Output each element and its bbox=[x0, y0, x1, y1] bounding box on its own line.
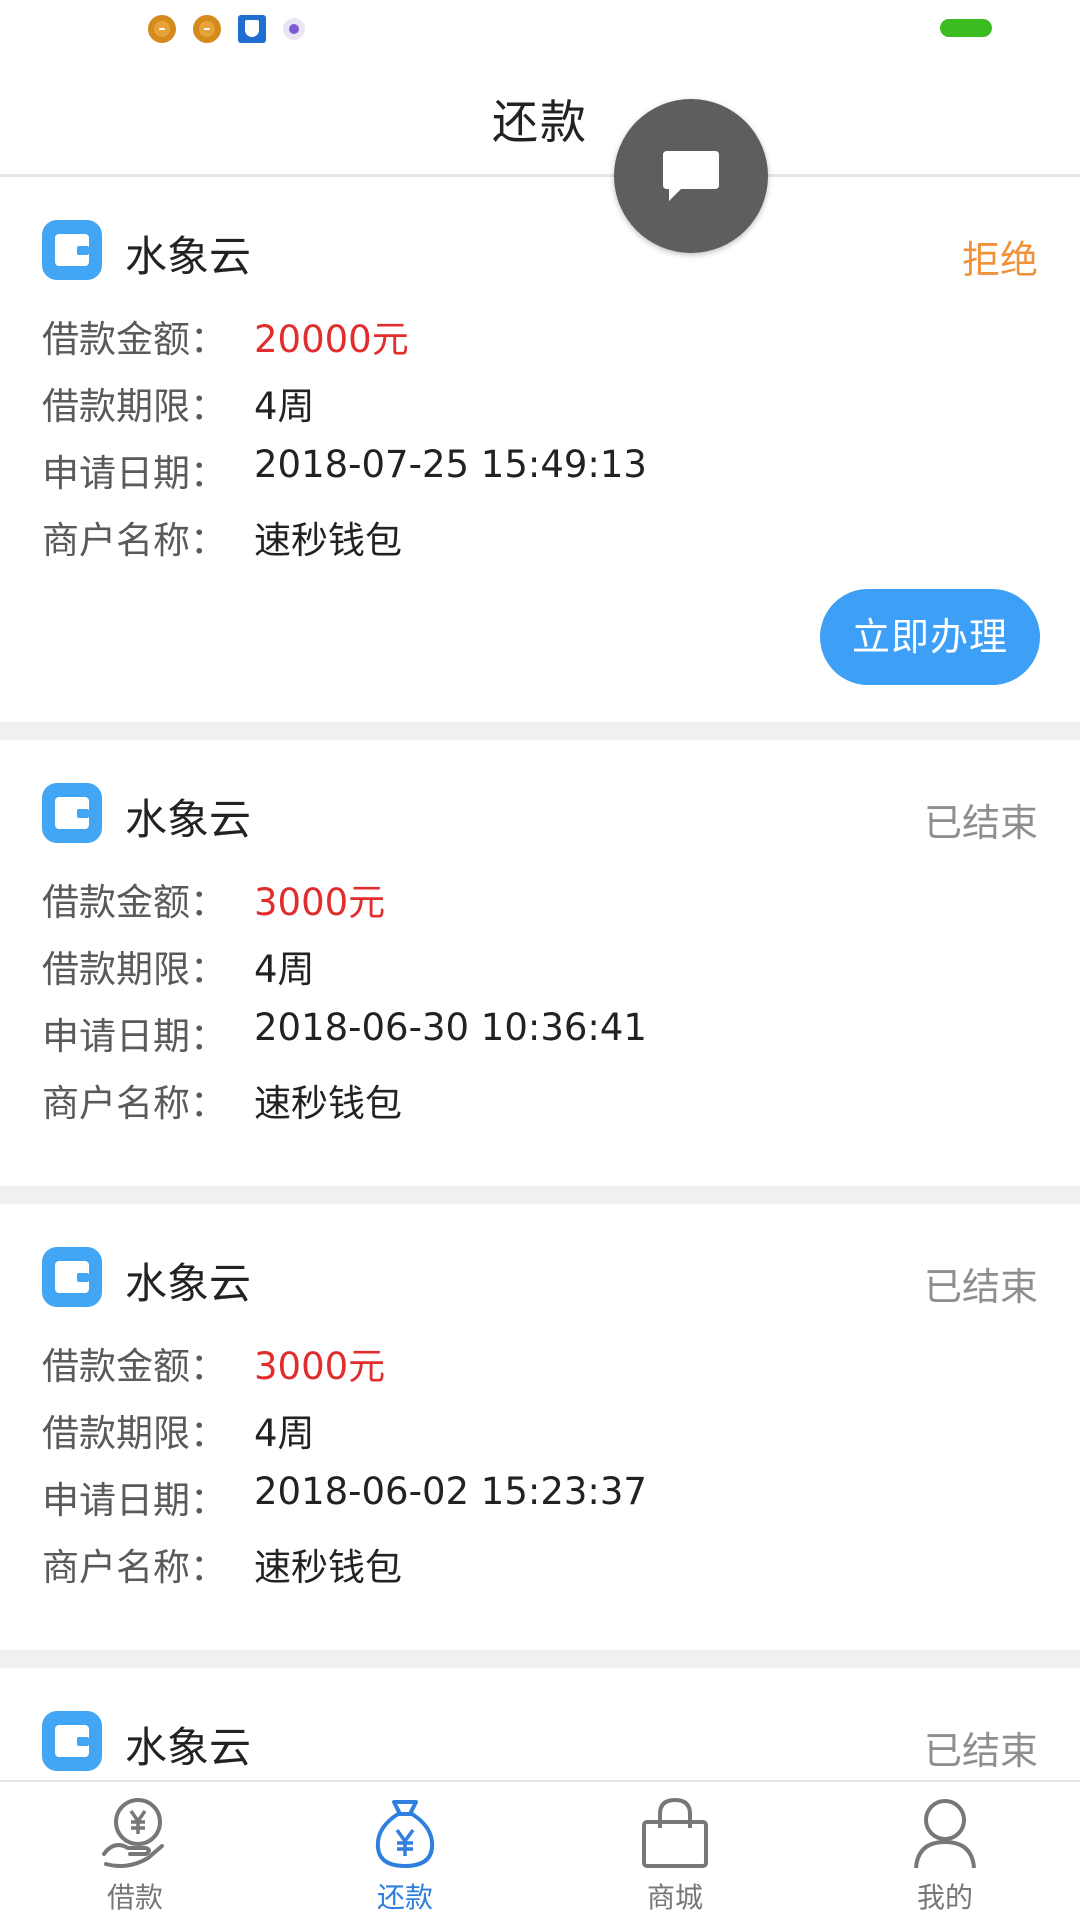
term-label: 借款期限： bbox=[42, 385, 227, 428]
date-value: 2018-07-25 15:49:13 bbox=[254, 443, 647, 486]
merchant-value: 速秒钱包 bbox=[254, 1082, 402, 1125]
loan-list: 水象云 拒绝 借款金额： 20000元 借款期限： 4周 申请日期： 2018-… bbox=[0, 177, 1080, 1800]
date-label: 申请日期： bbox=[42, 452, 227, 495]
chat-button[interactable] bbox=[614, 99, 768, 253]
loan-card[interactable]: 水象云 已结束 借款金额： 3000元 借款期限： 4周 申请日期： 2018-… bbox=[0, 740, 1080, 1204]
loan-card[interactable]: 水象云 拒绝 借款金额： 20000元 借款期限： 4周 申请日期： 2018-… bbox=[0, 177, 1080, 740]
battery-icon bbox=[940, 19, 992, 37]
wallet-icon bbox=[42, 783, 102, 843]
app-name: 水象云 bbox=[125, 232, 252, 281]
date-label: 申请日期： bbox=[42, 1015, 227, 1058]
bottom-nav: 借款 还款 商城 我的 bbox=[0, 1780, 1080, 1922]
orange-ring-icon bbox=[148, 15, 176, 43]
tab-mine[interactable]: 我的 bbox=[810, 1782, 1080, 1922]
amount-row: 借款金额： 3000元 bbox=[0, 1336, 1080, 1403]
term-row: 借款期限： 4周 bbox=[0, 376, 1080, 443]
merchant-label: 商户名称： bbox=[42, 1082, 227, 1125]
amount-label: 借款金额： bbox=[42, 318, 227, 361]
status-badge: 拒绝 bbox=[961, 238, 1038, 282]
merchant-row: 商户名称： 速秒钱包 bbox=[0, 1537, 1080, 1604]
merchant-row: 商户名称： 速秒钱包 bbox=[0, 510, 1080, 577]
wallet-icon bbox=[42, 220, 102, 280]
amount-row: 借款金额： 3000元 bbox=[0, 872, 1080, 939]
merchant-value: 速秒钱包 bbox=[254, 519, 402, 562]
apply-now-button[interactable]: 立即办理 bbox=[820, 589, 1040, 685]
amount-value: 3000元 bbox=[254, 881, 386, 924]
amount-row: 借款金额： 20000元 bbox=[0, 309, 1080, 376]
app-name: 水象云 bbox=[125, 1723, 252, 1772]
orange-ring-icon bbox=[193, 15, 221, 43]
merchant-row: 商户名称： 速秒钱包 bbox=[0, 1073, 1080, 1140]
merchant-value: 速秒钱包 bbox=[254, 1546, 402, 1589]
term-value: 4周 bbox=[254, 385, 315, 428]
tab-borrow-label: 借款 bbox=[106, 1881, 163, 1914]
tab-repay[interactable]: 还款 bbox=[270, 1782, 540, 1922]
page-title: 还款 bbox=[492, 95, 588, 149]
merchant-label: 商户名称： bbox=[42, 519, 227, 562]
wallet-icon bbox=[42, 1247, 102, 1307]
chat-bubble-icon bbox=[663, 151, 719, 201]
status-bar bbox=[0, 0, 1080, 56]
page-header: 还款 bbox=[0, 56, 1080, 177]
tab-repay-label: 还款 bbox=[376, 1881, 433, 1914]
amount-value: 20000元 bbox=[254, 318, 409, 361]
user-icon bbox=[914, 1799, 976, 1869]
app-name: 水象云 bbox=[125, 1259, 252, 1308]
money-bag-icon bbox=[375, 1800, 435, 1868]
app-name: 水象云 bbox=[125, 795, 252, 844]
date-value: 2018-06-02 15:23:37 bbox=[254, 1470, 647, 1513]
status-badge: 已结束 bbox=[923, 801, 1038, 845]
date-row: 申请日期： 2018-06-02 15:23:37 bbox=[0, 1470, 1080, 1537]
date-row: 申请日期： 2018-06-30 10:36:41 bbox=[0, 1006, 1080, 1073]
term-label: 借款期限： bbox=[42, 948, 227, 991]
term-value: 4周 bbox=[254, 1412, 315, 1455]
term-row: 借款期限： 4周 bbox=[0, 939, 1080, 1006]
status-badge: 已结束 bbox=[923, 1265, 1038, 1309]
date-row: 申请日期： 2018-07-25 15:49:13 bbox=[0, 443, 1080, 510]
loan-card[interactable]: 水象云 已结束 借款金额： 3000元 借款期限： 4周 申请日期： 2018-… bbox=[0, 1204, 1080, 1668]
purple-dot-icon bbox=[283, 18, 305, 40]
wallet-icon bbox=[42, 1711, 102, 1771]
status-badge: 已结束 bbox=[923, 1729, 1038, 1773]
term-value: 4周 bbox=[254, 948, 315, 991]
tab-mine-label: 我的 bbox=[916, 1881, 973, 1914]
tab-mall-label: 商城 bbox=[646, 1881, 703, 1914]
tab-mall[interactable]: 商城 bbox=[540, 1782, 810, 1922]
blue-shield-icon bbox=[238, 15, 266, 43]
tab-borrow[interactable]: 借款 bbox=[0, 1782, 270, 1922]
merchant-label: 商户名称： bbox=[42, 1546, 227, 1589]
date-label: 申请日期： bbox=[42, 1479, 227, 1522]
amount-label: 借款金额： bbox=[42, 1345, 227, 1388]
shopping-bag-icon bbox=[642, 1797, 708, 1868]
date-value: 2018-06-30 10:36:41 bbox=[254, 1006, 647, 1049]
term-label: 借款期限： bbox=[42, 1412, 227, 1455]
term-row: 借款期限： 4周 bbox=[0, 1403, 1080, 1470]
amount-label: 借款金额： bbox=[42, 881, 227, 924]
hand-yen-icon bbox=[102, 1798, 164, 1868]
amount-value: 3000元 bbox=[254, 1345, 386, 1388]
